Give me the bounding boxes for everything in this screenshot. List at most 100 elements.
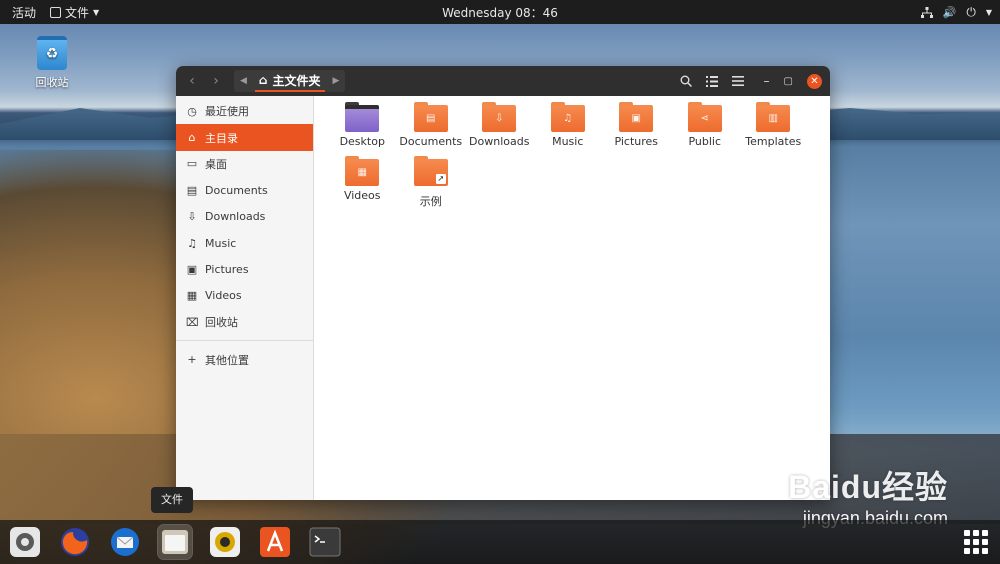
sidebar-item-label: 最近使用 [205, 105, 249, 119]
file-item-templates[interactable]: ▥ Templates [739, 102, 808, 156]
dock-firefox[interactable] [58, 525, 92, 559]
sidebar-item-label: 回收站 [205, 316, 238, 330]
video-icon: ▦ [186, 289, 198, 303]
back-button[interactable]: ‹ [180, 73, 204, 89]
header-actions: – ▢ ✕ [680, 66, 822, 96]
file-label: Desktop [339, 135, 385, 148]
app-menu-label: 文件 [65, 5, 90, 20]
file-item-pictures[interactable]: ▣ Pictures [602, 102, 671, 156]
document-icon: ▤ [186, 183, 198, 197]
show-applications-icon[interactable] [964, 530, 988, 554]
sidebar-item-label: 其他位置 [205, 353, 249, 367]
clock[interactable]: Wednesday 08：46 [442, 4, 558, 21]
forward-button[interactable]: › [204, 73, 228, 89]
sidebar-item-recent[interactable]: ◷ 最近使用 [176, 98, 313, 124]
search-icon[interactable] [680, 75, 692, 87]
dock-rhythmbox[interactable] [208, 525, 242, 559]
desktop-folder-icon [345, 102, 380, 132]
symlink-arrow-icon: ↗ [435, 174, 446, 184]
sidebar-item-label: Pictures [205, 263, 249, 277]
music-icon: ♫ [187, 236, 197, 250]
desktop-trash-label: 回收站 [35, 76, 69, 89]
file-label: Music [552, 135, 584, 148]
file-item-public[interactable]: ⋖ Public [671, 102, 740, 156]
path-left-arrow[interactable]: ◀ [240, 76, 247, 86]
sidebar-item-videos[interactable]: ▦ Videos [176, 283, 313, 309]
volume-icon: 🔊 [942, 5, 957, 19]
dock-files[interactable] [157, 524, 193, 560]
home-icon: ⌂ [188, 131, 196, 145]
pictures-folder-icon: ▣ [619, 102, 654, 132]
activities-button[interactable]: 活动 [0, 4, 46, 21]
file-view[interactable]: Desktop ▤ Documents ⇩ Downloads ♫ Music … [314, 96, 830, 500]
watermark-logo: Baidu经验 [788, 469, 948, 505]
sidebar-divider [176, 339, 313, 341]
header-bar: ‹ › ◀ ⌂ 主文件夹 ▶ – ▢ ✕ [176, 66, 830, 96]
speaker-icon [210, 527, 240, 557]
sidebar-item-home[interactable]: ⌂ 主目录 [176, 124, 313, 151]
sidebar-item-pictures[interactable]: ▣ Pictures [176, 256, 313, 282]
file-label: Documents [399, 135, 463, 148]
firefox-icon [61, 528, 89, 556]
sidebar-item-label: Downloads [205, 210, 266, 224]
link-folder-icon: ↗ [413, 156, 448, 186]
plus-icon: + [187, 353, 197, 367]
system-tray[interactable]: 🔊 ⏻ ▼ [920, 0, 992, 24]
file-label: Pictures [614, 135, 659, 148]
file-label: Templates [745, 135, 802, 148]
templates-folder-icon: ▥ [756, 102, 791, 132]
path-label: 主文件夹 [272, 73, 321, 88]
sidebar-item-label: 主目录 [205, 131, 238, 145]
maximize-button[interactable]: ▢ [784, 76, 793, 87]
sidebar-item-music[interactable]: ♫ Music [176, 230, 313, 256]
sidebar-item-label: Music [205, 236, 237, 250]
documents-folder-icon: ▤ [413, 102, 448, 132]
sidebar-item-desktop[interactable]: ▭ 桌面 [176, 151, 313, 177]
power-icon: ⏻ [966, 4, 976, 19]
sidebar: ◷ 最近使用 ⌂ 主目录 ▭ 桌面 ▤ Documents ⇩ Download… [176, 96, 314, 500]
sidebar-item-documents[interactable]: ▤ Documents [176, 177, 313, 203]
file-grid: Desktop ▤ Documents ⇩ Downloads ♫ Music … [328, 102, 828, 210]
dock-terminal[interactable] [308, 525, 342, 559]
minimize-button[interactable]: – [764, 74, 770, 88]
file-label: Public [688, 135, 722, 148]
dock-settings[interactable] [8, 525, 42, 559]
file-item-videos[interactable]: ▦ Videos [328, 156, 397, 210]
terminal-icon [309, 527, 341, 557]
top-bar: 活动 文件 ▼ Wednesday 08：46 🔊 ⏻ ▼ [0, 0, 1000, 24]
path-home-button[interactable]: ⌂ 主文件夹 [254, 70, 325, 92]
sidebar-item-downloads[interactable]: ⇩ Downloads [176, 204, 313, 230]
file-item-examples[interactable]: ↗ 示例 [397, 156, 466, 210]
home-icon: ⌂ [258, 73, 268, 87]
sidebar-item-label: Documents [205, 183, 268, 197]
sidebar-item-label: Videos [205, 289, 242, 303]
desktop-trash[interactable]: ♻ 回收站 [30, 36, 74, 90]
app-menu[interactable]: 文件 ▼ [46, 4, 99, 21]
list-view-icon[interactable] [705, 75, 718, 87]
software-center-icon [260, 527, 290, 557]
file-item-music[interactable]: ♫ Music [534, 102, 603, 156]
dock-thunderbird[interactable] [108, 525, 142, 559]
close-button[interactable]: ✕ [807, 73, 822, 89]
downloads-folder-icon: ⇩ [482, 102, 517, 132]
download-icon: ⇩ [187, 210, 197, 224]
chevron-down-icon: ▼ [985, 7, 992, 17]
sidebar-item-other-locations[interactable]: + 其他位置 [176, 347, 313, 373]
desktop-icon: ▭ [186, 157, 198, 171]
file-item-documents[interactable]: ▤ Documents [397, 102, 466, 156]
picture-icon: ▣ [186, 263, 198, 277]
gear-icon [10, 527, 40, 557]
chevron-down-icon: ▼ [93, 7, 100, 17]
file-item-downloads[interactable]: ⇩ Downloads [465, 102, 534, 156]
dock [0, 520, 1000, 564]
sidebar-item-trash[interactable]: ⌧ 回收站 [176, 309, 313, 335]
path-right-arrow[interactable]: ▶ [333, 76, 340, 86]
trash-icon: ⌧ [186, 315, 199, 329]
dock-software[interactable] [258, 525, 292, 559]
file-label: 示例 [419, 195, 442, 208]
menu-icon[interactable] [731, 76, 744, 86]
watermark: Baidu经验 jingyan.baidu.com [788, 462, 948, 529]
file-item-desktop[interactable]: Desktop [328, 102, 397, 156]
sidebar-item-label: 桌面 [205, 157, 227, 171]
network-icon [920, 6, 933, 18]
